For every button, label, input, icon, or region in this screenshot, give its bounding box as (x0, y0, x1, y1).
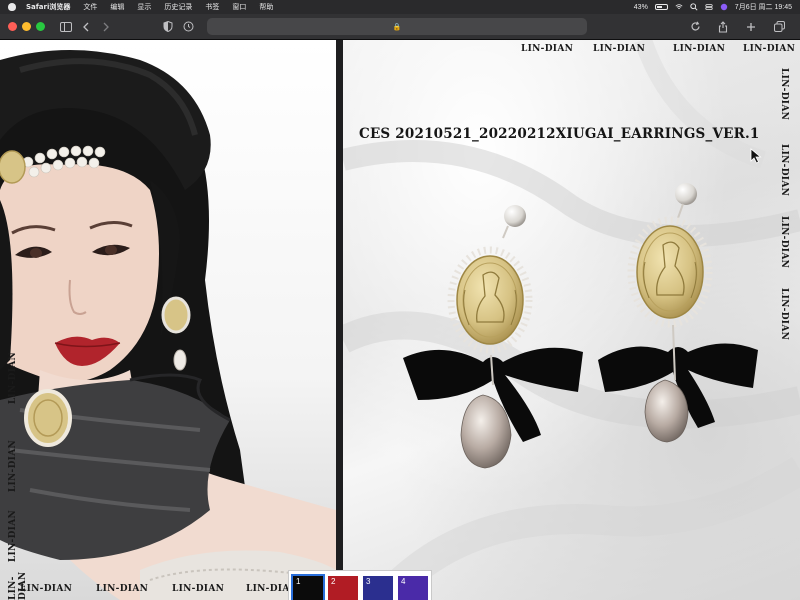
close-window-button[interactable] (8, 22, 17, 31)
left-earring (403, 205, 583, 469)
tabs-icon (773, 21, 785, 32)
control-center-icon[interactable] (705, 3, 713, 11)
watermark-bottom-2: LIN-DIAN (96, 584, 149, 594)
browser-toolbar: 🔒 (0, 14, 800, 40)
swatch-2[interactable]: 2 (328, 576, 358, 600)
menu-edit[interactable]: 编辑 (110, 2, 124, 12)
window-controls (8, 22, 45, 31)
share-button[interactable] (716, 20, 730, 34)
toolbar-right (688, 20, 792, 34)
watermark-bottom-3: LIN-DIAN (172, 584, 225, 594)
reload-button[interactable] (688, 20, 702, 34)
zoom-window-button[interactable] (36, 22, 45, 31)
shield-icon (163, 21, 173, 32)
minimize-window-button[interactable] (22, 22, 31, 31)
model-illustration (0, 50, 336, 600)
web-content: LIN-DIAN LIN-DIAN LIN-DIAN LIN-DIAN LIN-… (0, 40, 800, 600)
siri-icon[interactable] (720, 3, 728, 11)
screenshot: Safari浏览器 文件 编辑 显示 历史记录 书签 窗口 帮助 43% 7月6… (0, 0, 800, 600)
reload-icon (690, 21, 700, 31)
search-icon[interactable] (690, 3, 698, 11)
watermark-left-2: LIN-DIAN (8, 440, 18, 493)
menu-window[interactable]: 窗口 (232, 2, 246, 12)
earrings-render (403, 183, 758, 469)
swatch-1[interactable]: 1 (291, 574, 325, 600)
forward-button[interactable] (99, 20, 113, 34)
color-swatch-selector: 1 2 3 4 (288, 570, 432, 600)
clock-icon (183, 21, 193, 32)
model-preview-photo: LIN-DIAN LIN-DIAN LIN-DIAN LIN-DIAN LIN-… (0, 40, 336, 600)
privacy-report-button[interactable] (161, 20, 175, 34)
watermark-bottom-1: LIN-DIAN (20, 584, 73, 594)
address-bar[interactable]: 🔒 (207, 18, 587, 35)
chevron-left-icon (83, 22, 89, 31)
mac-menu-bar: Safari浏览器 文件 编辑 显示 历史记录 书签 窗口 帮助 43% 7月6… (0, 0, 800, 14)
lock-icon: 🔒 (392, 23, 402, 31)
watermark-left-1: LIN-DIAN (8, 352, 18, 405)
sidebar-toggle-button[interactable] (59, 20, 73, 34)
right-earring (598, 183, 758, 443)
new-tab-button[interactable] (744, 20, 758, 34)
swatch-1-number: 1 (296, 577, 301, 586)
product-render-panel: LIN-DIAN LIN-DIAN LIN-DIAN LIN-DIAN LIN-… (343, 40, 800, 600)
menu-history[interactable]: 历史记录 (164, 2, 192, 12)
menu-view[interactable]: 显示 (137, 2, 151, 12)
menu-help[interactable]: 帮助 (259, 2, 273, 12)
apple-icon[interactable] (8, 3, 16, 11)
back-button[interactable] (79, 20, 93, 34)
swatch-4[interactable]: 4 (398, 576, 428, 600)
chevron-right-icon (103, 22, 109, 31)
sidebar-icon (60, 21, 72, 32)
tab-overview-button[interactable] (772, 20, 786, 34)
menu-bookmarks[interactable]: 书签 (205, 2, 219, 12)
history-button[interactable] (181, 20, 195, 34)
panel-divider (336, 40, 343, 600)
wifi-icon[interactable] (675, 3, 683, 11)
swatch-3-number: 3 (366, 577, 371, 586)
swatch-4-number: 4 (401, 577, 406, 586)
swatch-2-number: 2 (331, 577, 336, 586)
menubar-clock[interactable]: 7月6日 周二 19:45 (735, 2, 792, 12)
menu-file[interactable]: 文件 (83, 2, 97, 12)
battery-icon[interactable] (654, 4, 668, 10)
swatch-3[interactable]: 3 (363, 576, 393, 600)
share-icon (718, 20, 728, 33)
status-area: 43% 7月6日 周二 19:45 (634, 2, 792, 12)
battery-percent: 43% (633, 3, 648, 11)
menu-app-name[interactable]: Safari浏览器 (26, 2, 70, 12)
plus-icon (747, 22, 755, 31)
